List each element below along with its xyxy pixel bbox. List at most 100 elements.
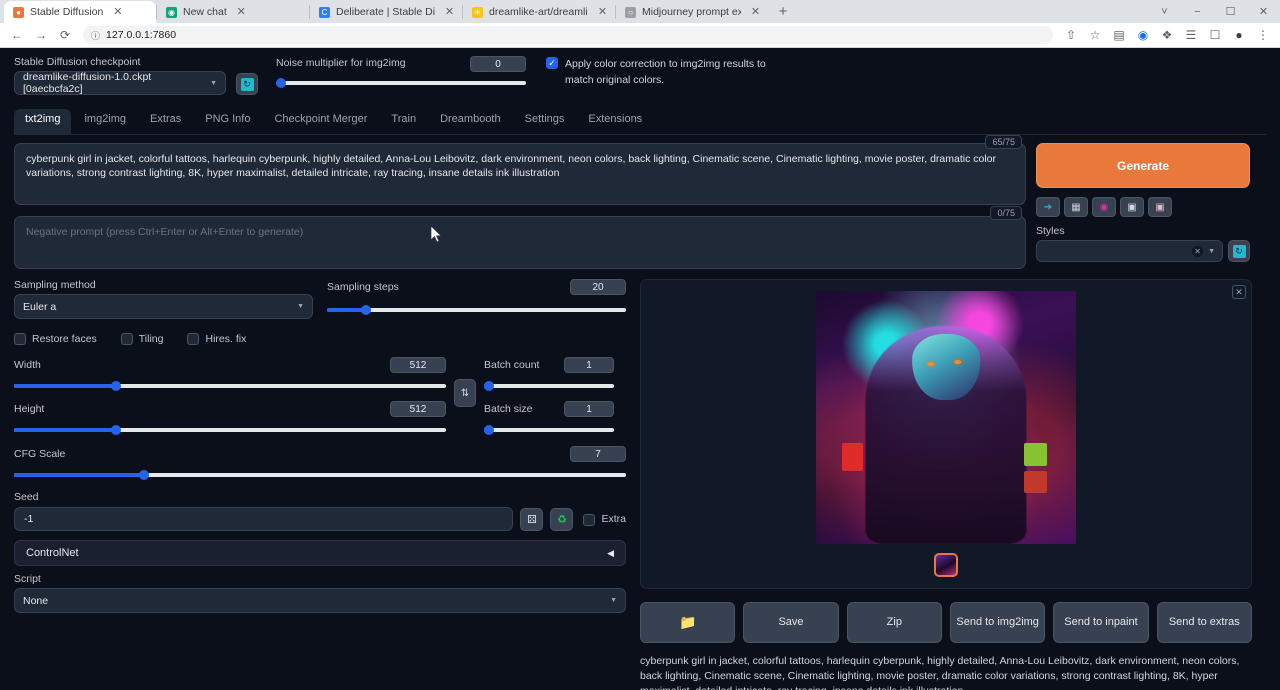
prompt-input[interactable]: cyberpunk girl in jacket, colorful tatto… (14, 143, 1026, 205)
swap-dimensions-button[interactable]: ⇅ (454, 379, 476, 407)
forward-icon[interactable]: → (30, 24, 52, 46)
save-button[interactable]: Save (743, 602, 838, 643)
browser-tab-close-icon[interactable]: ✕ (749, 6, 762, 19)
slider-thumb[interactable] (276, 78, 286, 88)
noise-value-input[interactable]: 0 (470, 56, 526, 72)
slider-thumb[interactable] (361, 305, 371, 315)
extra-seed-checkbox[interactable] (583, 514, 595, 526)
reload-icon[interactable]: ⟳ (54, 24, 76, 46)
media-list-icon[interactable]: ☰ (1180, 24, 1202, 46)
slider-thumb[interactable] (111, 381, 121, 391)
media-router-icon[interactable]: ▤ (1108, 24, 1130, 46)
height-slider[interactable] (14, 424, 446, 436)
refresh-checkpoint-button[interactable]: ↻ (236, 73, 258, 95)
clear-x-icon[interactable]: ✕ (1192, 246, 1203, 257)
tab-txt2img[interactable]: txt2img (14, 109, 71, 134)
browser-tab-close-icon[interactable]: ✕ (111, 6, 124, 19)
maximize-button[interactable]: ☐ (1214, 0, 1247, 23)
slider-thumb[interactable] (484, 425, 494, 435)
zip-button[interactable]: Zip (847, 602, 942, 643)
tab-settings[interactable]: Settings (514, 109, 576, 134)
extra-networks-button[interactable]: ◉ (1092, 197, 1116, 217)
restore-faces-option[interactable]: Restore faces (14, 332, 97, 345)
browser-tab-4[interactable]: ○ Midjourney prompt examples : L ✕ (616, 1, 768, 23)
batch-size-slider[interactable] (484, 424, 614, 436)
tab-checkpoint-merger[interactable]: Checkpoint Merger (263, 109, 378, 134)
browser-tab-1[interactable]: ◉ New chat ✕ (157, 1, 309, 23)
checkpoint-select[interactable]: dreamlike-diffusion-1.0.ckpt [0aecbcfa2c… (14, 71, 226, 95)
send-to-extras-button[interactable]: Send to extras (1157, 602, 1252, 643)
cfg-scale-input[interactable]: 7 (570, 446, 626, 462)
browser-tab-close-icon[interactable]: ✕ (235, 6, 248, 19)
batch-size-input[interactable]: 1 (564, 401, 614, 417)
styles-select[interactable]: ✕ ▼ (1036, 240, 1223, 262)
share-icon[interactable]: ⇧ (1060, 24, 1082, 46)
browser-tab-3[interactable]: ☀ dreamlike-art/dreamlike-diffusio ✕ (463, 1, 615, 23)
tab-extensions[interactable]: Extensions (577, 109, 653, 134)
tab-extras[interactable]: Extras (139, 109, 192, 134)
browser-tab-close-icon[interactable]: ✕ (443, 6, 456, 19)
negative-prompt-input[interactable]: Negative prompt (press Ctrl+Enter or Alt… (14, 216, 1026, 269)
slider-fill (14, 384, 118, 388)
send-to-inpaint-button[interactable]: Send to inpaint (1053, 602, 1148, 643)
apply-style-button[interactable]: ▣ (1120, 197, 1144, 217)
generate-button[interactable]: Generate (1036, 143, 1250, 188)
width-input[interactable]: 512 (390, 357, 446, 373)
tab-search-chevron-icon[interactable]: ˅ (1148, 0, 1181, 23)
sampling-method-select[interactable]: Euler a ▼ (14, 294, 313, 319)
color-correction-option[interactable]: ✓ Apply color correction to img2img resu… (546, 56, 776, 89)
slider-thumb[interactable] (139, 470, 149, 480)
sidepanel-icon[interactable]: ☐ (1204, 24, 1226, 46)
hires-fix-checkbox[interactable] (187, 333, 199, 345)
random-seed-button[interactable]: ⚄ (520, 508, 543, 531)
refresh-styles-button[interactable]: ↻ (1228, 240, 1250, 262)
restore-faces-checkbox[interactable] (14, 333, 26, 345)
hires-fix-option[interactable]: Hires. fix (187, 332, 246, 345)
send-to-img2img-button[interactable]: Send to img2img (950, 602, 1045, 643)
save-style-button[interactable]: ▣ (1148, 197, 1172, 217)
browser-tab-close-icon[interactable]: ✕ (596, 6, 609, 19)
batch-count-slider[interactable] (484, 380, 614, 392)
sampling-steps-slider[interactable] (327, 304, 626, 316)
height-input[interactable]: 512 (390, 401, 446, 417)
cfg-scale-slider[interactable] (14, 469, 626, 481)
clear-prompt-button[interactable]: ▦ (1064, 197, 1088, 217)
collapse-left-icon[interactable]: ◀ (607, 548, 614, 559)
avatar-icon[interactable]: ● (1228, 24, 1250, 46)
seed-input[interactable]: -1 (14, 507, 513, 531)
tab-dreambooth[interactable]: Dreambooth (429, 109, 512, 134)
color-correction-checkbox[interactable]: ✓ (546, 57, 558, 69)
address-bar[interactable]: ⓘ 127.0.0.1:7860 (83, 26, 1053, 44)
gallery-thumbnail[interactable] (934, 553, 958, 577)
open-folder-button[interactable]: 📁 (640, 602, 735, 643)
paste-arrow-button[interactable]: ➔ (1036, 197, 1060, 217)
tab-png-info[interactable]: PNG Info (194, 109, 261, 134)
slider-thumb[interactable] (111, 425, 121, 435)
browser-tab-2[interactable]: C Deliberate | Stable Diffusion Che ✕ (310, 1, 462, 23)
width-slider[interactable] (14, 380, 446, 392)
bookmark-star-icon[interactable]: ☆ (1084, 24, 1106, 46)
close-output-icon[interactable]: ✕ (1232, 285, 1246, 299)
batch-count-input[interactable]: 1 (564, 357, 614, 373)
controlnet-accordion[interactable]: ControlNet ◀ (14, 540, 626, 566)
noise-slider[interactable] (276, 77, 526, 89)
slider-thumb[interactable] (484, 381, 494, 391)
generated-image[interactable] (816, 291, 1076, 544)
minimize-button[interactable]: − (1181, 0, 1214, 23)
more-menu-icon[interactable]: ⋮ (1252, 24, 1274, 46)
tiling-checkbox[interactable] (121, 333, 133, 345)
tiling-option[interactable]: Tiling (121, 332, 164, 345)
browser-tab-0[interactable]: ● Stable Diffusion ✕ (4, 1, 156, 23)
extra-seed-option[interactable]: Extra (583, 513, 626, 526)
puzzle-icon[interactable]: ❖ (1156, 24, 1178, 46)
new-tab-button[interactable]: + (772, 1, 794, 23)
script-select[interactable]: None ▼ (14, 588, 626, 613)
tab-img2img[interactable]: img2img (73, 109, 137, 134)
dimensions-right: Batch count 1 Batch size 1 (484, 357, 614, 436)
close-window-button[interactable]: ✕ (1247, 0, 1280, 23)
reuse-seed-button[interactable]: ♻ (550, 508, 573, 531)
back-icon[interactable]: ← (6, 24, 28, 46)
tab-train[interactable]: Train (380, 109, 427, 134)
profile-circle-icon[interactable]: ◉ (1132, 24, 1154, 46)
sampling-steps-input[interactable]: 20 (570, 279, 626, 295)
